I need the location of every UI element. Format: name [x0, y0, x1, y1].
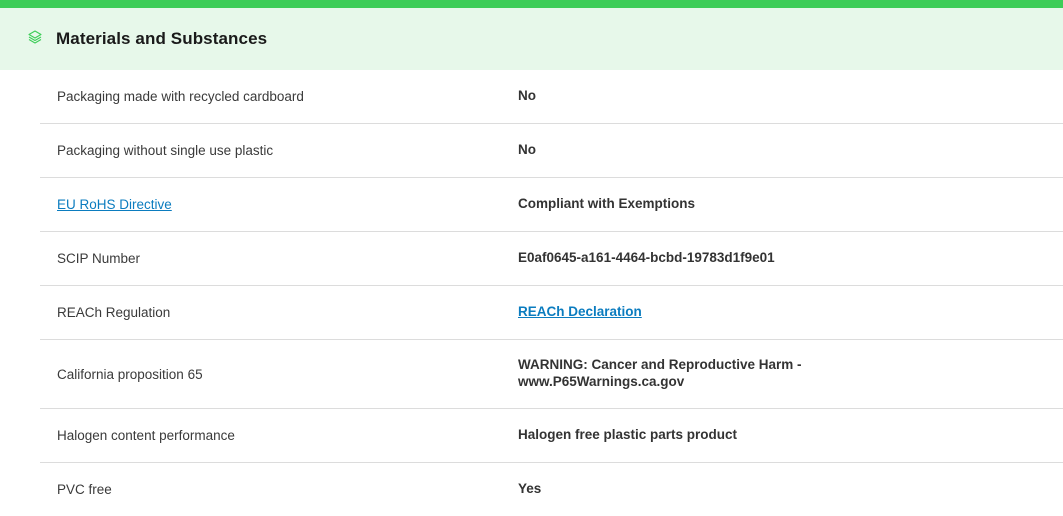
table-row: Packaging made with recycled cardboard N…: [40, 70, 1063, 124]
table-row: SCIP Number E0af0645-a161-4464-bcbd-1978…: [40, 232, 1063, 286]
reach-declaration-link[interactable]: REACh Declaration: [518, 304, 642, 319]
layers-icon: [27, 29, 43, 45]
attribute-label: Packaging made with recycled cardboard: [57, 89, 304, 104]
attribute-label: EU RoHS Directive: [40, 197, 518, 212]
table-row: California proposition 65 WARNING: Cance…: [40, 340, 1063, 409]
table-row: PVC free Yes: [40, 463, 1063, 516]
attribute-value: No: [518, 88, 536, 104]
table-row: REACh Regulation REACh Declaration: [40, 286, 1063, 340]
attribute-label: REACh Regulation: [57, 305, 171, 320]
scip-number-value: E0af0645-a161-4464-bcbd-19783d1f9e01: [518, 250, 775, 266]
prop65-warning-line: WARNING: Cancer and Reproductive Harm -: [518, 357, 802, 373]
materials-substances-panel: Materials and Substances Packaging made …: [0, 0, 1063, 516]
table-row: EU RoHS Directive Compliant with Exempti…: [40, 178, 1063, 232]
section-title: Materials and Substances: [56, 29, 268, 48]
attribute-label: Halogen content performance: [57, 428, 235, 443]
attribute-label: California proposition 65: [57, 366, 203, 382]
attribute-label: SCIP Number: [57, 251, 141, 266]
attribute-label: PVC free: [57, 482, 112, 497]
attribute-value: Yes: [518, 481, 542, 497]
accent-top-bar: [0, 0, 1063, 8]
section-header[interactable]: Materials and Substances: [0, 8, 1063, 70]
eu-rohs-directive-link[interactable]: EU RoHS Directive: [57, 197, 172, 212]
prop65-warning-value: WARNING: Cancer and Reproductive Harm - …: [518, 357, 1063, 391]
attributes-table: Packaging made with recycled cardboard N…: [40, 70, 1063, 516]
attribute-value: Compliant with Exemptions: [518, 196, 696, 212]
prop65-warning-url: www.P65Warnings.ca.gov: [518, 374, 685, 389]
attribute-label: Packaging without single use plastic: [57, 143, 274, 158]
attribute-value: No: [518, 142, 536, 158]
table-row: Halogen content performance Halogen free…: [40, 409, 1063, 463]
attribute-value: Halogen free plastic parts product: [518, 427, 738, 443]
attribute-value: REACh Declaration: [518, 304, 1063, 321]
table-row: Packaging without single use plastic No: [40, 124, 1063, 178]
